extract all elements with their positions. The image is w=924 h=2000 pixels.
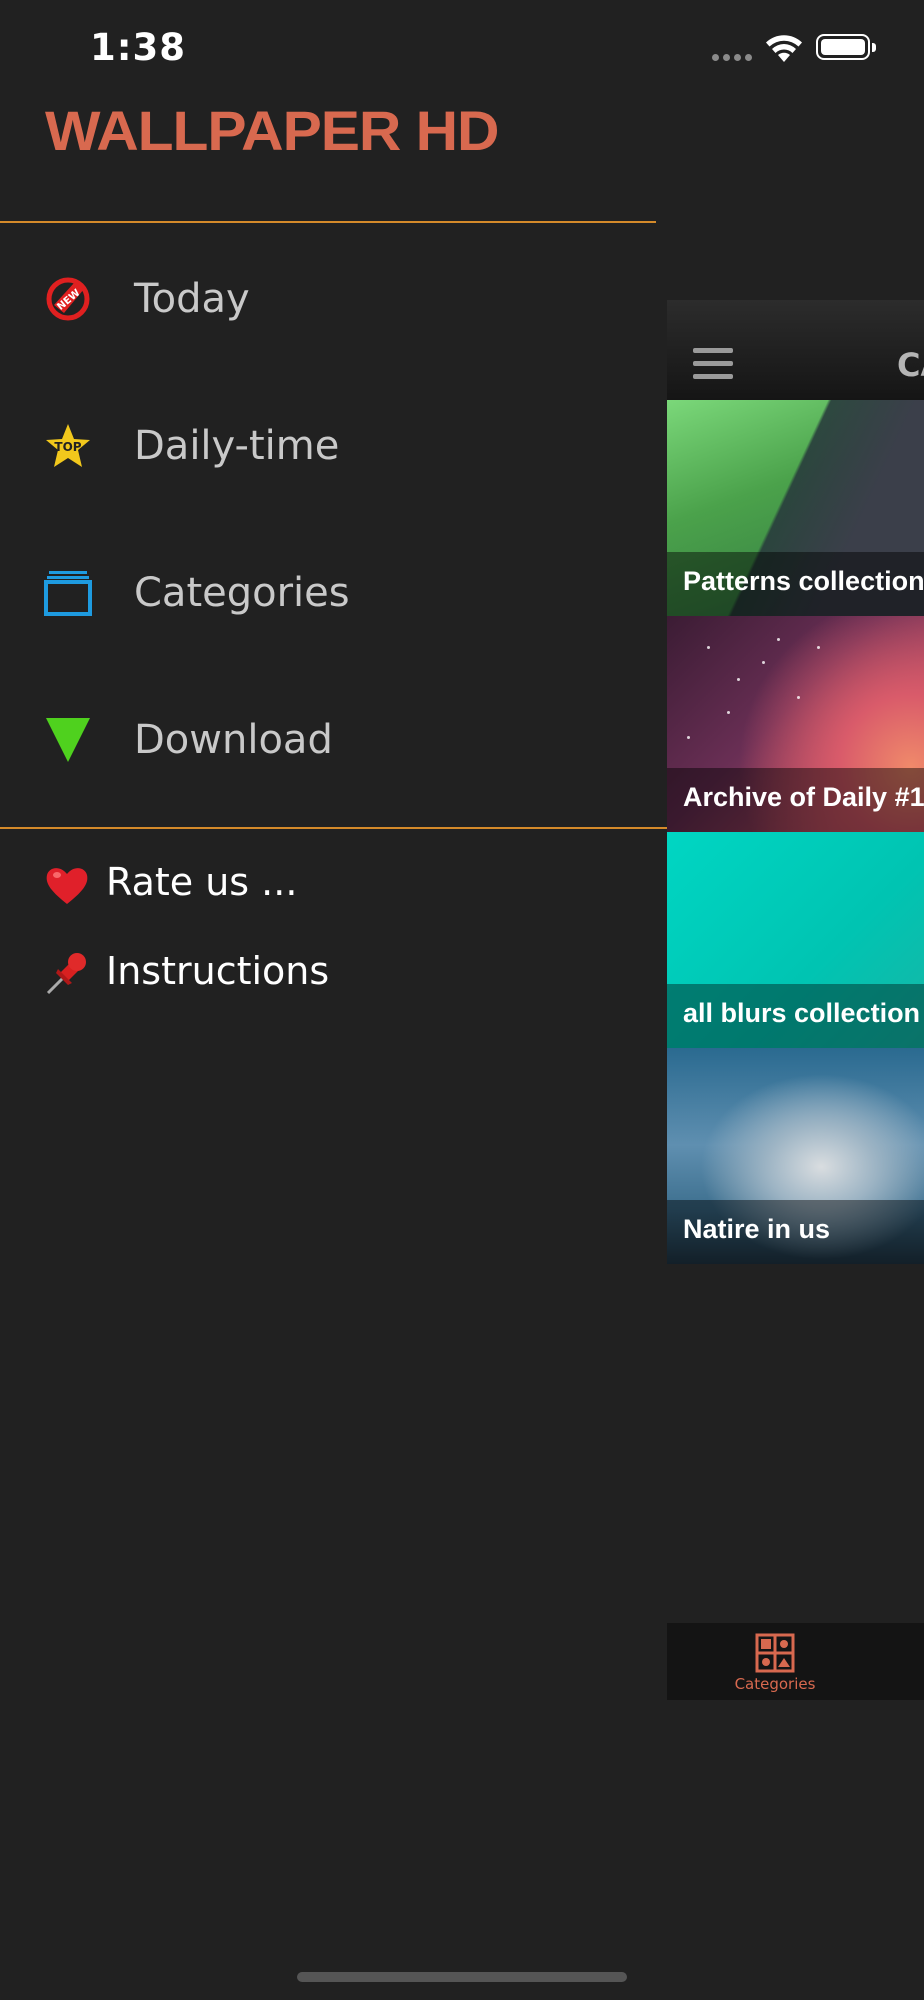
stack-icon: [44, 571, 92, 616]
top-star-icon: TOP: [46, 424, 90, 467]
instructions-label: Instructions: [106, 949, 330, 993]
svg-text:TOP: TOP: [54, 440, 81, 454]
app-title: WALLPAPER HD: [45, 99, 499, 162]
signal-icon: [712, 52, 756, 62]
category-tile[interactable]: Patterns collection!: [667, 400, 924, 616]
tile-caption: Natire in us: [683, 1214, 831, 1244]
rate-us-label: Rate us ...: [106, 860, 298, 904]
battery-icon: [816, 34, 876, 60]
drawer-divider-top: [0, 221, 656, 223]
main-header: CA: [667, 300, 924, 400]
triangle-down-icon: [46, 718, 90, 762]
menu-label-categories: Categories: [134, 570, 350, 616]
menu-label-download: Download: [134, 717, 333, 763]
tile-caption: Patterns collection!: [683, 566, 924, 596]
main-panel: CA Patterns collection! Archive of Daily…: [667, 300, 924, 1700]
menu-label-daily-time: Daily-time: [134, 423, 340, 469]
main-header-title: CA: [897, 346, 924, 384]
drawer-divider-middle: [0, 827, 668, 829]
menu-label-today: Today: [134, 276, 250, 322]
categories-icon: [755, 1633, 795, 1673]
category-tile[interactable]: Natire in us: [667, 1048, 924, 1264]
tile-caption: Archive of Daily #1 I: [683, 782, 924, 812]
heart-icon: [46, 868, 88, 904]
category-list: Patterns collection! Archive of Daily #1…: [667, 400, 924, 1264]
hamburger-menu-icon[interactable]: [693, 348, 733, 380]
pushpin-icon: [46, 953, 86, 995]
category-tile[interactable]: all blurs collection: [667, 832, 924, 1048]
home-indicator[interactable]: [297, 1972, 627, 1982]
menu-item-download[interactable]: Download: [0, 680, 656, 800]
tab-label-categories: Categories: [734, 1675, 816, 1693]
menu-item-daily-time[interactable]: TOP Daily-time: [0, 386, 656, 506]
new-badge-icon: NEW: [46, 277, 90, 321]
category-tile[interactable]: Archive of Daily #1 I: [667, 616, 924, 832]
menu-item-categories[interactable]: Categories: [0, 533, 656, 653]
tile-caption: all blurs collection: [683, 998, 921, 1028]
status-time: 1:38: [90, 26, 187, 69]
tab-bar: Categories: [667, 1623, 924, 1700]
wifi-icon: [766, 35, 802, 62]
menu-item-today[interactable]: NEW Today: [0, 239, 656, 359]
